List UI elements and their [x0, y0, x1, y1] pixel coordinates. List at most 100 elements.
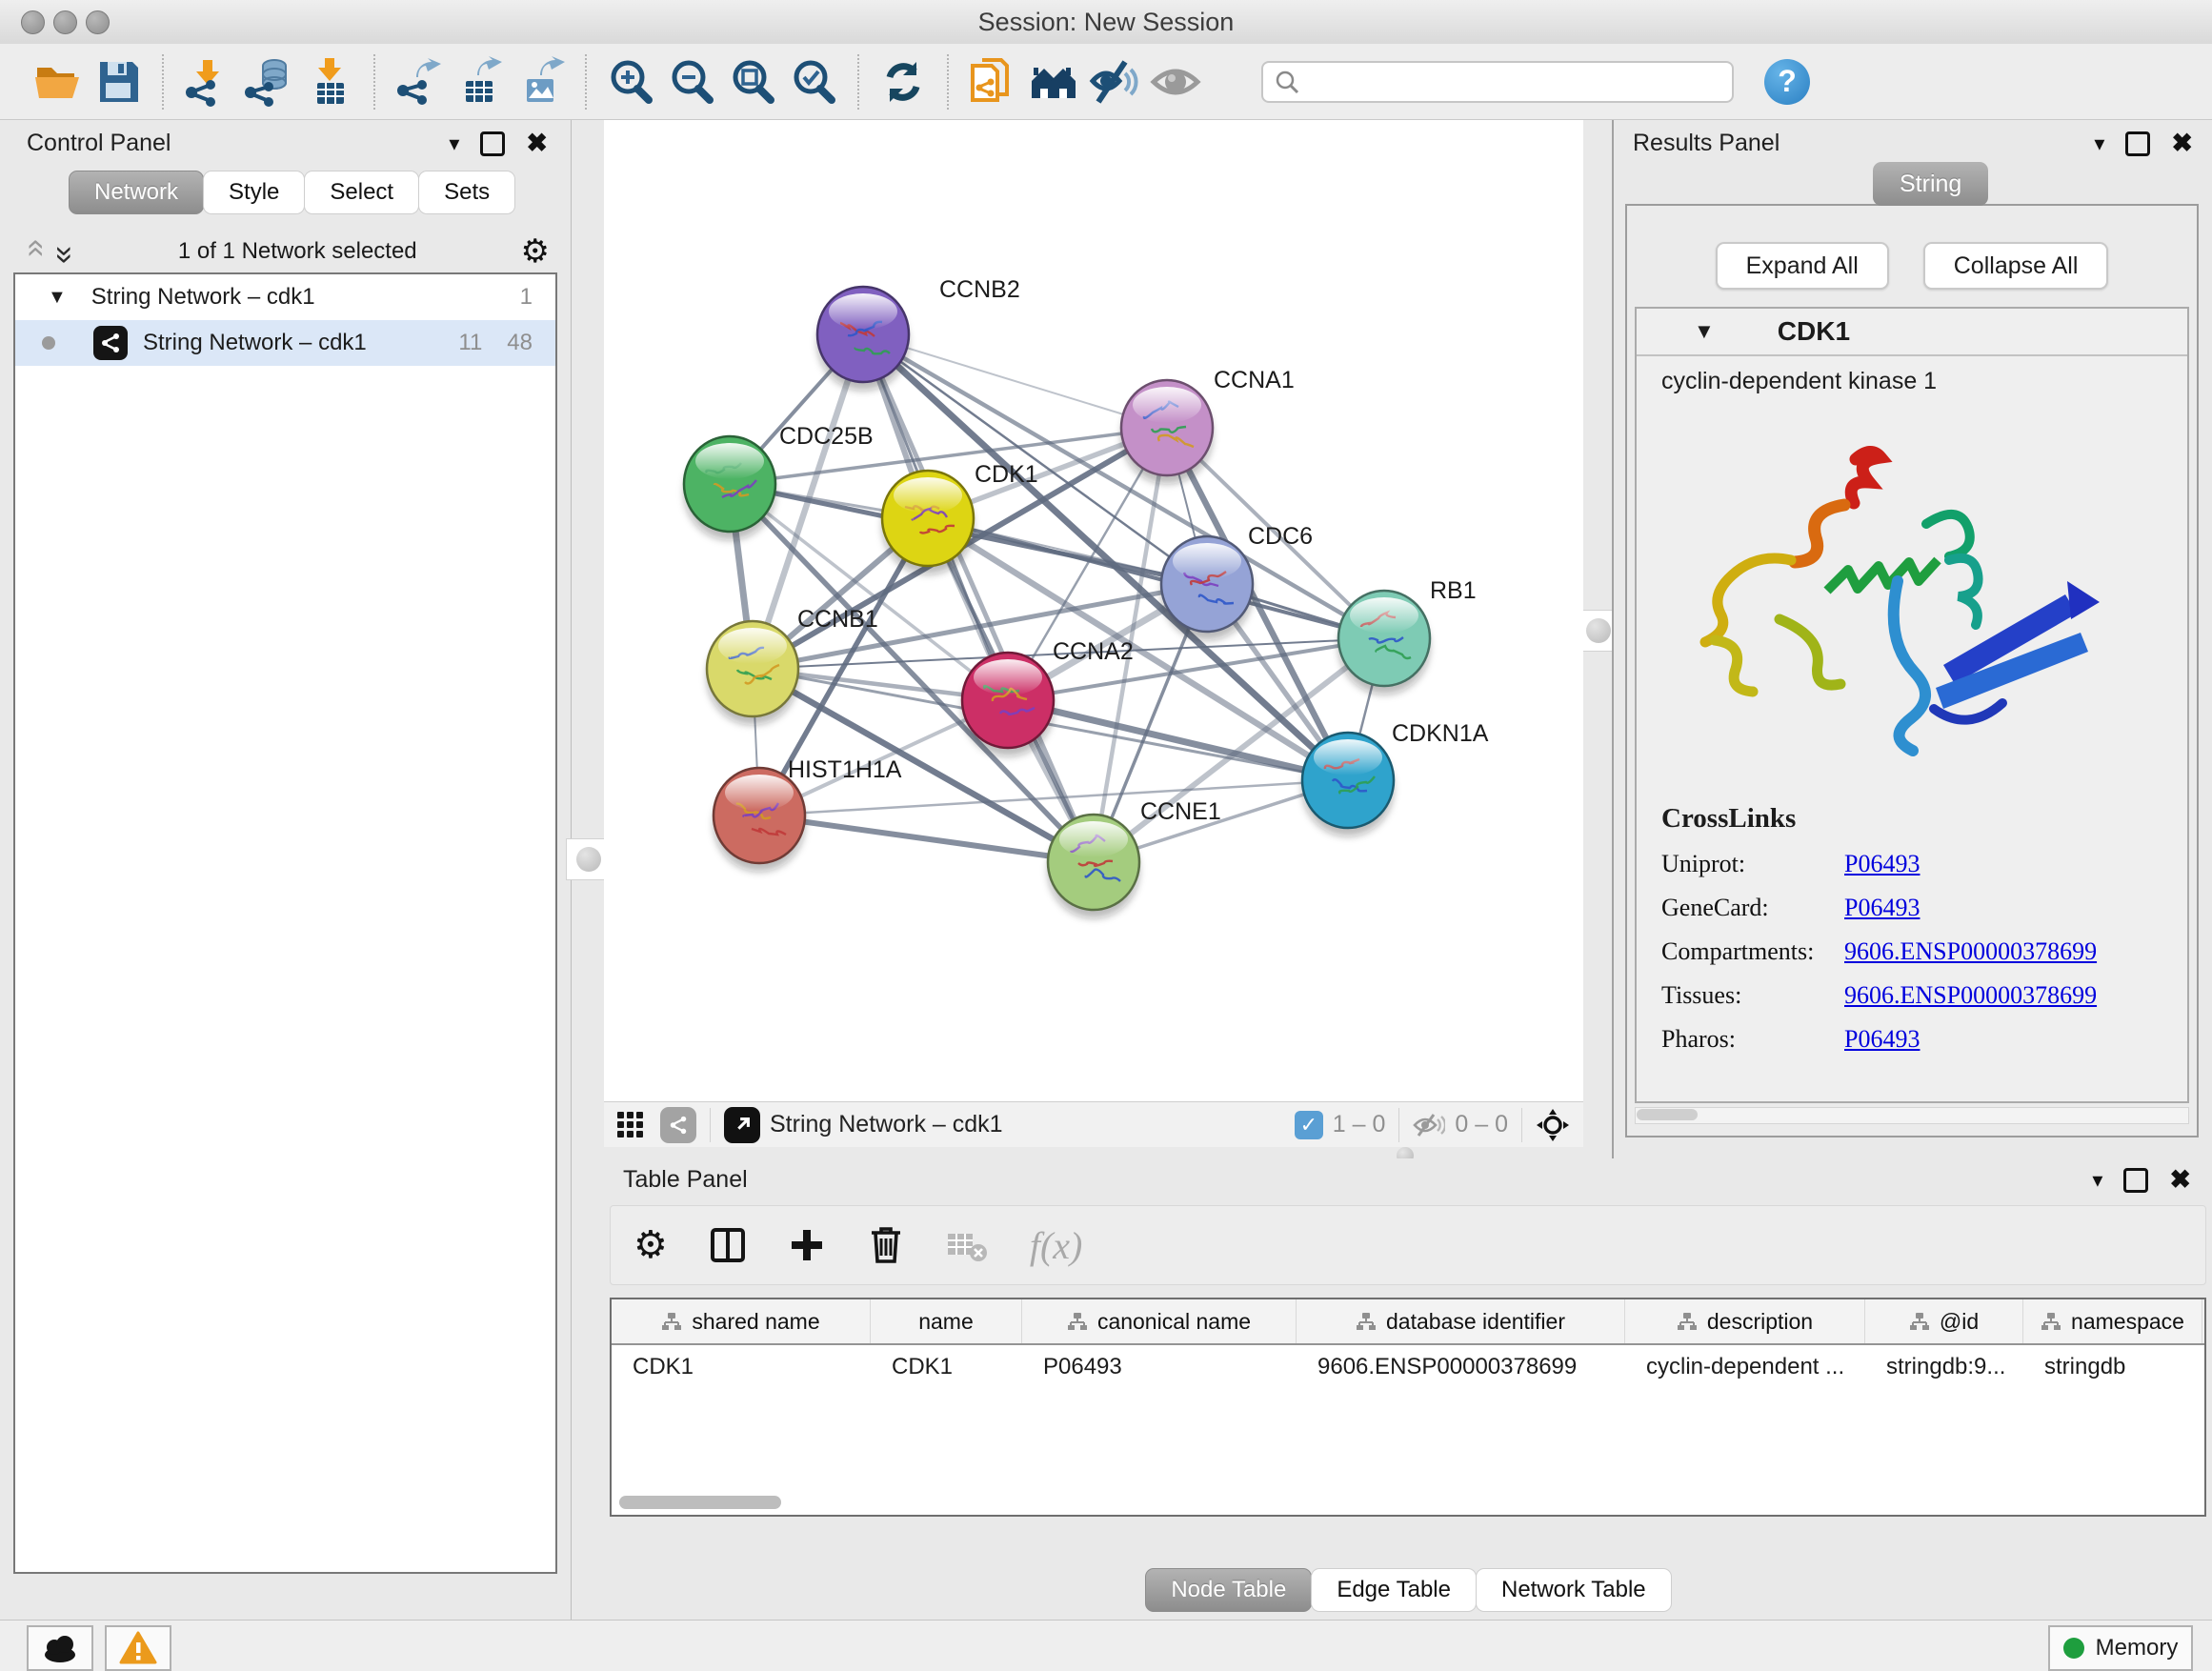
export-image-icon[interactable]: [513, 53, 569, 111]
help-icon[interactable]: ?: [1764, 59, 1810, 105]
column-header-canonical-name[interactable]: canonical name: [1022, 1299, 1297, 1343]
zoom-out-icon[interactable]: [664, 53, 719, 111]
network-group-row[interactable]: ▼ String Network – cdk1 1: [15, 274, 555, 320]
tab-edge-table[interactable]: Edge Table: [1311, 1568, 1477, 1612]
tab-style[interactable]: Style: [203, 171, 305, 214]
export-network-icon[interactable]: [392, 53, 447, 111]
network-view-title: String Network – cdk1: [770, 1111, 1003, 1138]
import-network-icon[interactable]: [180, 53, 235, 111]
show-all-icon[interactable]: [1148, 53, 1203, 111]
table-cell: stringdb: [2023, 1354, 2202, 1380]
results-scrollbar-thumb[interactable]: [1637, 1109, 1698, 1120]
crosslink-link[interactable]: 9606.ENSP00000378699: [1844, 981, 2097, 1010]
tab-network-table[interactable]: Network Table: [1476, 1568, 1672, 1612]
edge-cdk1-rb1[interactable]: [928, 518, 1384, 638]
import-network-from-database-icon[interactable]: [241, 53, 296, 111]
column-header-namespace[interactable]: namespace: [2023, 1299, 2202, 1343]
table-cell: stringdb:9...: [1865, 1354, 2023, 1380]
column-header-database-identifier[interactable]: database identifier: [1297, 1299, 1625, 1343]
share-document-icon[interactable]: [965, 53, 1020, 111]
memory-button[interactable]: Memory: [2048, 1625, 2193, 1671]
title-bar: Session: New Session: [0, 0, 2212, 45]
crosslink-row: Tissues:9606.ENSP00000378699: [1661, 981, 2187, 1010]
expand-all-networks-icon[interactable]: «: [52, 239, 71, 264]
expand-all-button[interactable]: Expand All: [1716, 242, 1889, 290]
panel-close-icon[interactable]: ✖: [2169, 1167, 2191, 1193]
crosslink-link[interactable]: P06493: [1844, 1025, 1920, 1054]
tab-select[interactable]: Select: [304, 171, 419, 214]
network-row-selected[interactable]: String Network – cdk1 11 48: [15, 320, 555, 366]
table-hscrollbar[interactable]: [619, 1496, 2196, 1511]
toolbar-separator: [373, 54, 375, 110]
zoom-selected-icon[interactable]: [786, 53, 841, 111]
column-tree-icon: [2041, 1312, 2061, 1331]
node-gloss: [1059, 821, 1128, 857]
crosslink-link[interactable]: 9606.ENSP00000378699: [1844, 937, 2097, 966]
column-header-description[interactable]: description: [1625, 1299, 1865, 1343]
fit-selected-crosshair-icon[interactable]: [1536, 1108, 1570, 1142]
collapse-all-button[interactable]: Collapse All: [1923, 242, 2109, 290]
node-label-cdc6: CDC6: [1248, 523, 1313, 550]
zoom-in-icon[interactable]: [603, 53, 658, 111]
panel-close-icon[interactable]: ✖: [2171, 131, 2193, 156]
table-cell: cyclin-dependent ...: [1625, 1354, 1865, 1380]
crosslink-link[interactable]: P06493: [1844, 850, 1920, 878]
edge-hist1h1a-ccne1[interactable]: [759, 815, 1094, 862]
share-view-button[interactable]: [660, 1107, 696, 1143]
column-label: database identifier: [1386, 1309, 1565, 1335]
import-table-icon[interactable]: [302, 53, 357, 111]
node-gloss: [1350, 597, 1418, 634]
network-group-count: 1: [520, 284, 533, 311]
panel-float-icon[interactable]: [480, 131, 505, 156]
network-view[interactable]: CCNB2CCNA1CDC25BCDK1CDC6RB1CCNB1CCNA2HIS…: [604, 120, 1583, 1101]
group-expand-triangle-icon[interactable]: ▼: [48, 287, 67, 309]
network-svg: CCNB2CCNA1CDC25BCDK1CDC6RB1CCNB1CCNA2HIS…: [604, 120, 1583, 1101]
save-session-icon[interactable]: [90, 53, 146, 111]
search-field[interactable]: [1261, 61, 1734, 103]
left-splitter[interactable]: [572, 120, 604, 1620]
panel-collapse-icon[interactable]: ▾: [2094, 133, 2104, 154]
first-neighbors-icon[interactable]: [1026, 53, 1081, 111]
open-in-browser-button[interactable]: [724, 1107, 760, 1143]
tab-node-table[interactable]: Node Table: [1145, 1568, 1312, 1612]
search-input[interactable]: [1299, 68, 1732, 96]
column-tree-icon: [1067, 1312, 1088, 1331]
delete-column-icon[interactable]: [868, 1225, 904, 1265]
panel-collapse-icon[interactable]: ▾: [2092, 1170, 2102, 1191]
panel-float-icon[interactable]: [2123, 1168, 2148, 1193]
network-selection-status: 1 of 1 Network selected: [74, 238, 521, 265]
column-header-shared-name[interactable]: shared name: [612, 1299, 871, 1343]
table-cell: CDK1: [871, 1354, 1022, 1380]
table-row[interactable]: CDK1CDK1P064939606.ENSP00000378699cyclin…: [612, 1345, 2204, 1389]
table-hscrollbar-thumb[interactable]: [619, 1496, 781, 1509]
add-column-icon[interactable]: [788, 1226, 826, 1264]
birdseye-grid-icon[interactable]: [617, 1112, 643, 1137]
tab-network[interactable]: Network: [69, 171, 204, 214]
refresh-icon[interactable]: [875, 53, 931, 111]
network-edge-count: 48: [507, 330, 533, 356]
show-columns-icon[interactable]: [710, 1226, 746, 1264]
node-table: shared namenamecanonical name database id…: [610, 1298, 2206, 1517]
network-options-gear-icon[interactable]: ⚙: [521, 235, 550, 268]
results-scrollbar[interactable]: [1635, 1107, 2189, 1124]
panel-close-icon[interactable]: ✖: [526, 131, 548, 156]
warnings-button[interactable]: [105, 1625, 171, 1671]
selected-checkbox[interactable]: ✓: [1295, 1111, 1323, 1139]
zoom-fit-icon[interactable]: [725, 53, 780, 111]
table-options-gear-icon[interactable]: ⚙: [633, 1223, 668, 1267]
column-header-name[interactable]: name: [871, 1299, 1022, 1343]
node-label-cdkn1a: CDKN1A: [1392, 720, 1489, 747]
crosslink-link[interactable]: P06493: [1844, 894, 1920, 922]
right-splitter[interactable]: [1583, 120, 1612, 1158]
tab-string[interactable]: String: [1873, 162, 1988, 206]
edge-ccnb2-ccna1[interactable]: [863, 334, 1167, 428]
column-header--id[interactable]: @id: [1865, 1299, 2023, 1343]
export-table-icon[interactable]: [452, 53, 508, 111]
tab-sets[interactable]: Sets: [418, 171, 515, 214]
hide-selected-icon[interactable]: [1087, 53, 1142, 111]
panel-collapse-icon[interactable]: ▾: [449, 133, 459, 154]
panel-float-icon[interactable]: [2125, 131, 2150, 156]
automation-cloud-button[interactable]: [27, 1625, 93, 1671]
open-session-icon[interactable]: [30, 53, 85, 111]
gene-collapse-triangle-icon[interactable]: ▼: [1694, 319, 1715, 344]
